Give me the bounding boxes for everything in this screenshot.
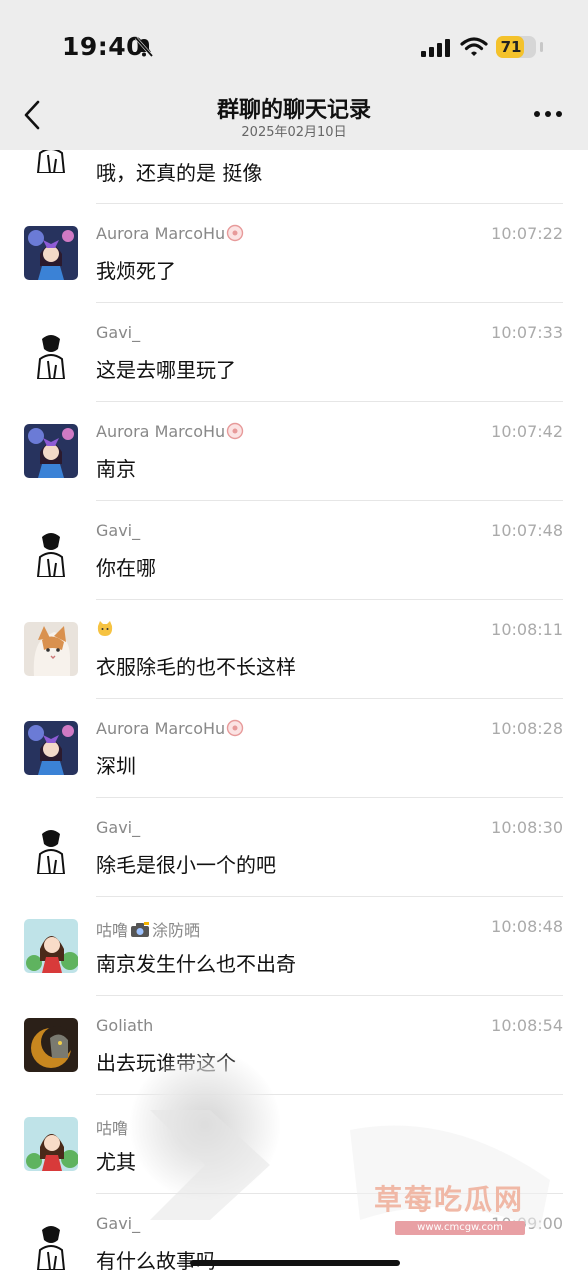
message-time: 10:08:54: [491, 1016, 563, 1035]
message-text: 我烦死了: [96, 259, 176, 283]
message-time: 10:07:33: [491, 323, 563, 342]
message-time: 10:07:22: [491, 224, 563, 243]
sender-name: 咕噜 涂防晒: [96, 917, 200, 941]
avatar-man-sketch[interactable]: [24, 325, 78, 379]
avatar-anime-girl[interactable]: [24, 226, 78, 280]
page-title: 群聊的聊天记录: [216, 98, 371, 123]
message-time: 10:08:48: [491, 917, 563, 936]
message-row[interactable]: Aurora MarcoHu 10:07:42 南京: [0, 402, 588, 501]
battery-tip: [540, 42, 543, 52]
message-row[interactable]: Aurora MarcoHu 10:07:22 我烦死了: [0, 204, 588, 303]
sender-label: 涂防晒: [152, 921, 201, 940]
sender-label: Aurora MarcoHu: [96, 224, 226, 243]
more-options-button[interactable]: [532, 104, 564, 124]
message-text: 南京发生什么也不出奇: [96, 952, 296, 976]
home-indicator: [190, 1260, 400, 1266]
sender-label: 咕噜: [96, 921, 129, 940]
sender-name: Gavi_: [96, 521, 141, 540]
sender-name: Gavi_: [96, 1214, 141, 1233]
message-text: 深圳: [96, 754, 136, 778]
message-time: 10:07:42: [491, 422, 563, 441]
battery-percent: 71: [500, 38, 522, 56]
sender-name: Aurora MarcoHu: [96, 719, 244, 738]
wifi-icon: [460, 37, 488, 56]
sender-name: Gavi_: [96, 323, 141, 342]
avatar-dark[interactable]: [24, 1018, 78, 1072]
message-text: 这是去哪里玩了: [96, 358, 236, 382]
message-time: 10:07:48: [491, 521, 563, 540]
message-row[interactable]: Gavi_ 10:08:30 除毛是很小一个的吧: [0, 798, 588, 897]
avatar[interactable]: [24, 150, 78, 173]
message-row[interactable]: 10:08:11 衣服除毛的也不长这样: [0, 600, 588, 699]
avatar-man-sketch[interactable]: [24, 523, 78, 577]
message-row[interactable]: 咕噜 涂防晒 10:08:48 南京发生什么也不出奇: [0, 897, 588, 996]
avatar-cartoon-girl[interactable]: [24, 919, 78, 973]
message-text: 哦，还真的是 挺像: [96, 161, 263, 185]
sender-name: 咕噜: [96, 1119, 129, 1138]
message-text: 南京: [96, 457, 136, 481]
message-row[interactable]: Aurora MarcoHu 10:08:28 深圳: [0, 699, 588, 798]
sender-name: Aurora MarcoHu: [96, 224, 244, 243]
cat-emoji-icon: [97, 621, 113, 636]
avatar-anime-girl[interactable]: [24, 721, 78, 775]
camera-emoji-icon: [131, 922, 150, 937]
message-text: 你在哪: [96, 556, 156, 580]
top-bar: 19:40 71 群聊的聊天记录 2025年02月10日: [0, 0, 588, 150]
avatar-anime-girl[interactable]: [24, 424, 78, 478]
sender-label: Aurora MarcoHu: [96, 719, 226, 738]
message-row[interactable]: 哦，还真的是 挺像: [0, 150, 588, 204]
message-time: 10:08:11: [491, 620, 563, 639]
sender-name: Aurora MarcoHu: [96, 422, 244, 441]
avatar-cartoon-girl[interactable]: [24, 1117, 78, 1171]
message-text: 尤其: [96, 1150, 136, 1174]
avatar-man-sketch[interactable]: [24, 820, 78, 874]
signal-icon: [421, 39, 450, 57]
sender-name: Goliath: [96, 1016, 154, 1035]
avatar-cat-photo[interactable]: [24, 622, 78, 676]
message-row[interactable]: Gavi_ 10:07:48 你在哪: [0, 501, 588, 600]
page-subtitle-date: 2025年02月10日: [241, 125, 347, 140]
flower-icon: [226, 224, 244, 242]
watermark-url: www.cmcgw.com: [395, 1221, 525, 1235]
sender-label: Aurora MarcoHu: [96, 422, 226, 441]
message-row[interactable]: Gavi_ 10:07:33 这是去哪里玩了: [0, 303, 588, 402]
message-text: 衣服除毛的也不长这样: [96, 655, 296, 679]
flower-icon: [226, 719, 244, 737]
status-time: 19:40: [62, 32, 145, 61]
avatar-man-sketch[interactable]: [24, 1216, 78, 1270]
sender-name: [96, 620, 114, 639]
message-time: 10:08:30: [491, 818, 563, 837]
flower-icon: [226, 422, 244, 440]
watermark-text: 草莓吃瓜网: [374, 1183, 525, 1216]
bell-muted-icon: [134, 37, 154, 57]
sender-name: Gavi_: [96, 818, 141, 837]
battery-indicator: 71: [496, 36, 536, 58]
message-time: 10:08:28: [491, 719, 563, 738]
message-text: 除毛是很小一个的吧: [96, 853, 276, 877]
